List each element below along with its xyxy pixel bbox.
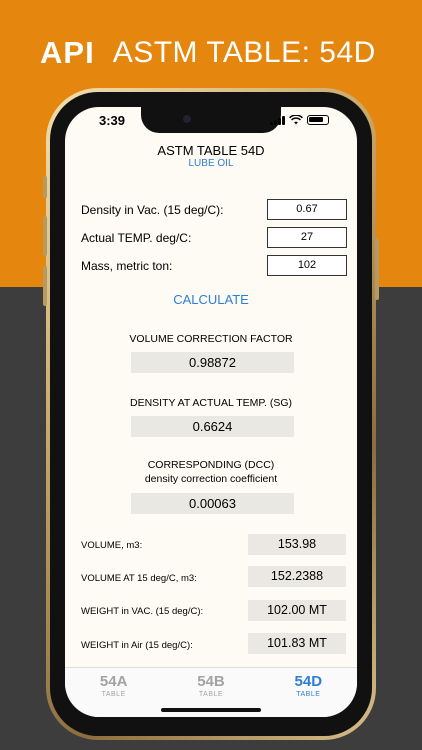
mass-label: Mass, metric ton: xyxy=(81,259,173,273)
tab-54a-label: 54A xyxy=(99,673,128,690)
dcc-label: CORRESPONDING (DCC) xyxy=(147,459,275,471)
volume-label: VOLUME, m3: xyxy=(81,540,143,551)
dcc-sublabel: density correction coefficient xyxy=(144,473,278,485)
volume15-label: VOLUME AT 15 deg/C, m3: xyxy=(81,573,197,584)
power-button xyxy=(375,238,379,300)
notch xyxy=(141,107,281,133)
weight-vac-value: 102.00 MT xyxy=(248,600,346,621)
page-title: ASTM TABLE 54D xyxy=(157,143,265,158)
vcf-label: VOLUME CORRECTION FACTOR xyxy=(129,333,293,345)
cellular-signal-icon xyxy=(270,115,285,125)
temperature-label: Actual TEMP. deg/C: xyxy=(81,231,192,245)
calculate-button[interactable]: CALCULATE xyxy=(65,292,357,307)
tab-54d-sublabel: TABLE xyxy=(296,691,321,698)
home-indicator[interactable] xyxy=(161,708,261,712)
temperature-input[interactable]: 27 xyxy=(267,227,347,248)
weight-air-value: 101.83 MT xyxy=(248,633,346,654)
tab-54a-sublabel: TABLE xyxy=(101,691,126,698)
app-screen: 3:39 ASTM TABLE 54D LUBE OIL Density in … xyxy=(65,107,357,717)
promo-api-text: API xyxy=(40,35,95,70)
volume15-value: 152.2388 xyxy=(248,566,346,587)
density-label: Density in Vac. (15 deg/C): xyxy=(81,203,224,217)
phone-frame: 3:39 ASTM TABLE 54D LUBE OIL Density in … xyxy=(43,88,379,740)
tab-54b-label: 54B xyxy=(197,673,225,690)
density-actual-label: DENSITY AT ACTUAL TEMP. (SG) xyxy=(129,397,293,409)
volume-value: 153.98 xyxy=(248,534,346,555)
tab-54a[interactable]: 54A TABLE xyxy=(65,668,162,717)
status-time: 3:39 xyxy=(99,113,126,128)
phone-bezel: 3:39 ASTM TABLE 54D LUBE OIL Density in … xyxy=(50,92,372,736)
weight-vac-label: WEIGHT in VAC. (15 deg/C): xyxy=(81,606,204,617)
tab-54b-sublabel: TABLE xyxy=(198,691,224,698)
page-subtitle: LUBE OIL xyxy=(188,158,234,169)
battery-icon xyxy=(307,115,329,125)
camera-icon xyxy=(183,115,191,123)
density-actual-value: 0.6624 xyxy=(131,416,294,437)
dcc-value: 0.00063 xyxy=(131,493,294,514)
volume-down-button xyxy=(43,266,47,306)
weight-air-label: WEIGHT in Air (15 deg/C): xyxy=(81,640,193,651)
tab-54d[interactable]: 54D TABLE xyxy=(260,668,357,717)
mass-input[interactable]: 102 xyxy=(267,255,347,276)
status-icons xyxy=(270,115,329,125)
tab-54d-label: 54D xyxy=(294,673,323,690)
mute-switch xyxy=(43,176,47,198)
density-input[interactable]: 0.67 xyxy=(267,199,347,220)
vcf-value: 0.98872 xyxy=(131,352,294,373)
promo-banner: API ASTM TABLE: 54D xyxy=(40,30,376,76)
promo-title: ASTM TABLE: 54D xyxy=(112,36,376,69)
volume-up-button xyxy=(43,216,47,256)
wifi-icon xyxy=(289,115,303,125)
